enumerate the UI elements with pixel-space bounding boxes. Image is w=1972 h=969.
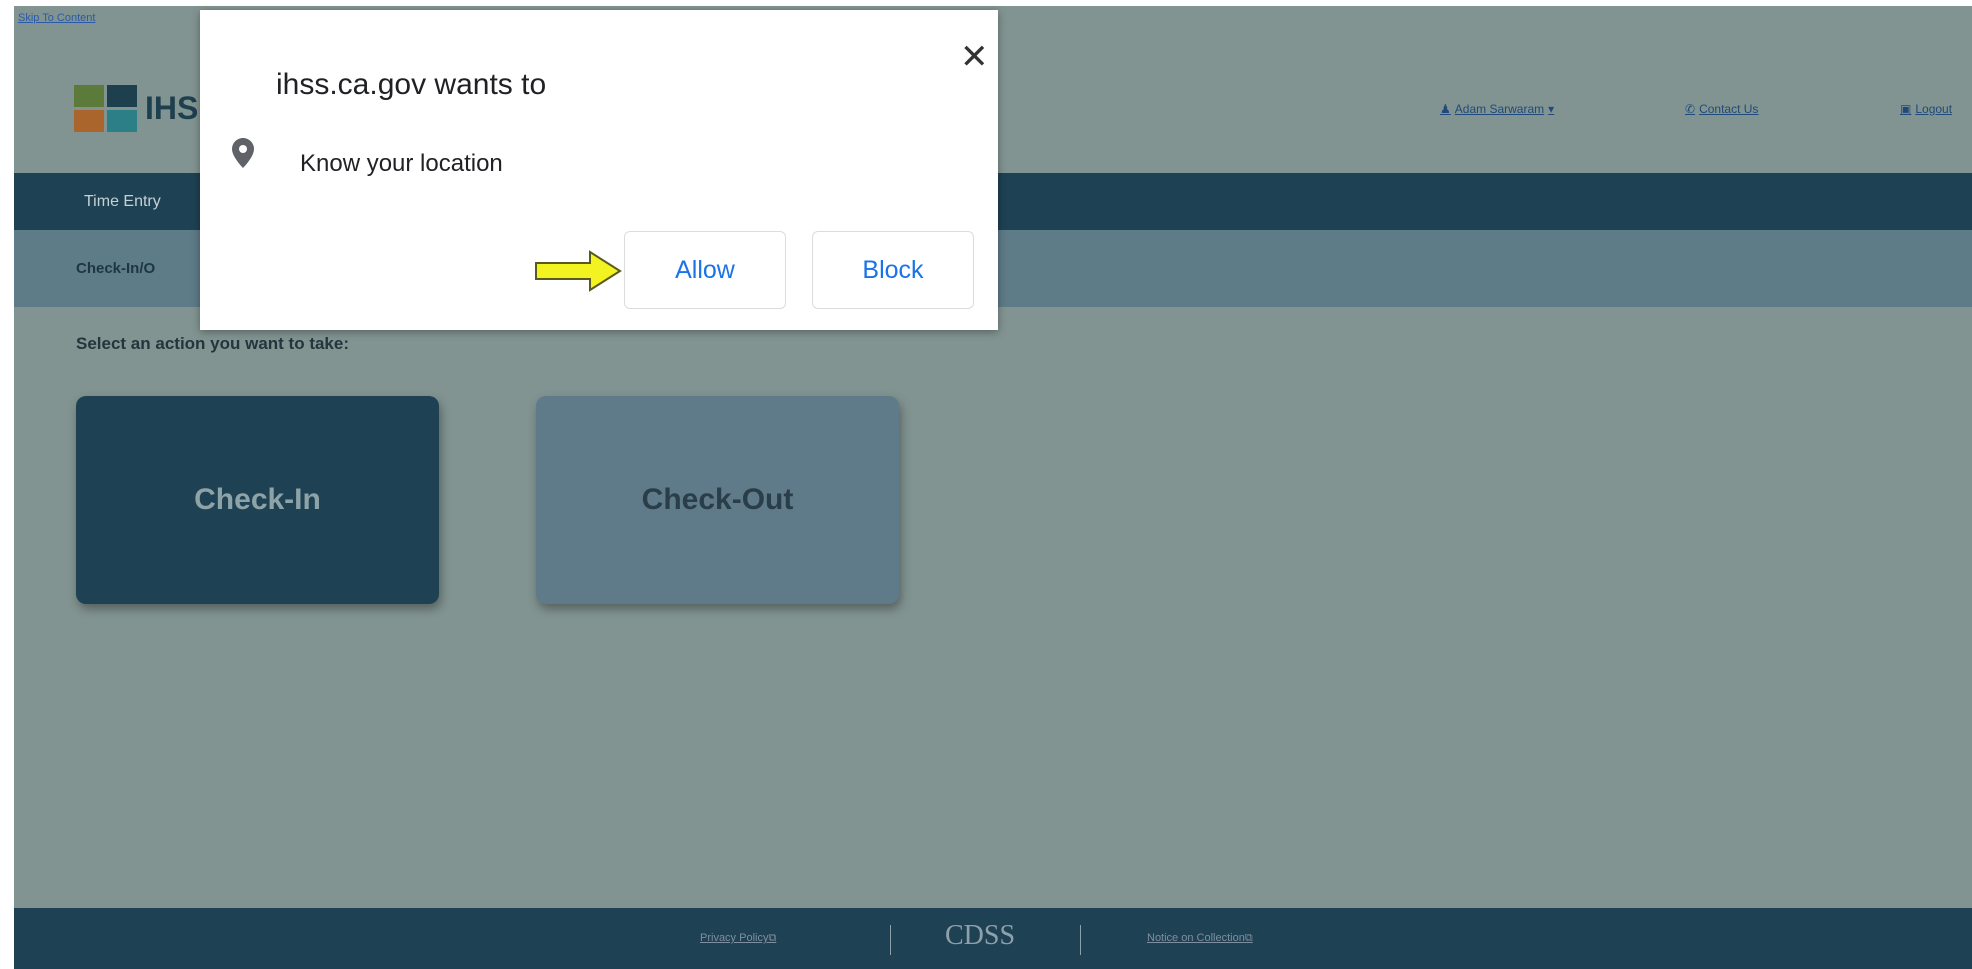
phone-icon: ✆ (1685, 102, 1696, 116)
footer-divider (1080, 925, 1081, 955)
cdss-logo: CDSS (945, 920, 1016, 951)
check-in-button[interactable]: Check-In (76, 396, 439, 604)
logout-link[interactable]: ▣ Logout (1900, 102, 1952, 116)
notice-on-collection-label: Notice on Collection (1147, 932, 1245, 944)
user-menu[interactable]: ♟ Adam Sarwaram ▾ (1440, 102, 1554, 116)
block-button[interactable]: Block (812, 231, 974, 309)
dialog-title: ihss.ca.gov wants to (276, 68, 547, 101)
contact-us-link[interactable]: ✆ Contact Us (1685, 102, 1758, 116)
contact-us-label: Contact Us (1699, 102, 1759, 116)
logout-icon: ▣ (1900, 102, 1912, 116)
notice-on-collection-link[interactable]: Notice on Collection⧉ (1147, 932, 1253, 945)
nav-item-time-entry[interactable]: Time Entry (84, 193, 161, 211)
user-menu-label: Adam Sarwaram (1454, 102, 1545, 116)
external-link-icon: ⧉ (1244, 932, 1253, 944)
action-prompt: Select an action you want to take: (76, 334, 350, 353)
permission-text: Know your location (300, 150, 503, 177)
location-permission-dialog: ihss.ca.gov wants to ✕ Know your locatio… (200, 10, 998, 330)
allow-button[interactable]: Allow (624, 231, 786, 309)
close-icon[interactable]: ✕ (960, 40, 989, 74)
ihss-logo: IHS (74, 85, 198, 132)
user-icon: ♟ (1440, 102, 1451, 116)
footer-divider (890, 925, 891, 955)
external-link-icon: ⧉ (768, 932, 777, 944)
skip-to-content-link[interactable]: Skip To Content (18, 12, 95, 24)
arrow-right-icon (535, 250, 622, 292)
privacy-policy-link[interactable]: Privacy Policy⧉ (700, 932, 776, 945)
logo-mark (74, 85, 137, 132)
check-out-button[interactable]: Check-Out (536, 396, 899, 604)
privacy-policy-label: Privacy Policy (700, 932, 769, 944)
logo-text: IHS (145, 90, 199, 126)
section-title: Check-In/O (76, 260, 156, 277)
chevron-down-icon: ▾ (1548, 102, 1555, 116)
logout-label: Logout (1915, 102, 1953, 116)
location-pin-icon (232, 138, 254, 168)
